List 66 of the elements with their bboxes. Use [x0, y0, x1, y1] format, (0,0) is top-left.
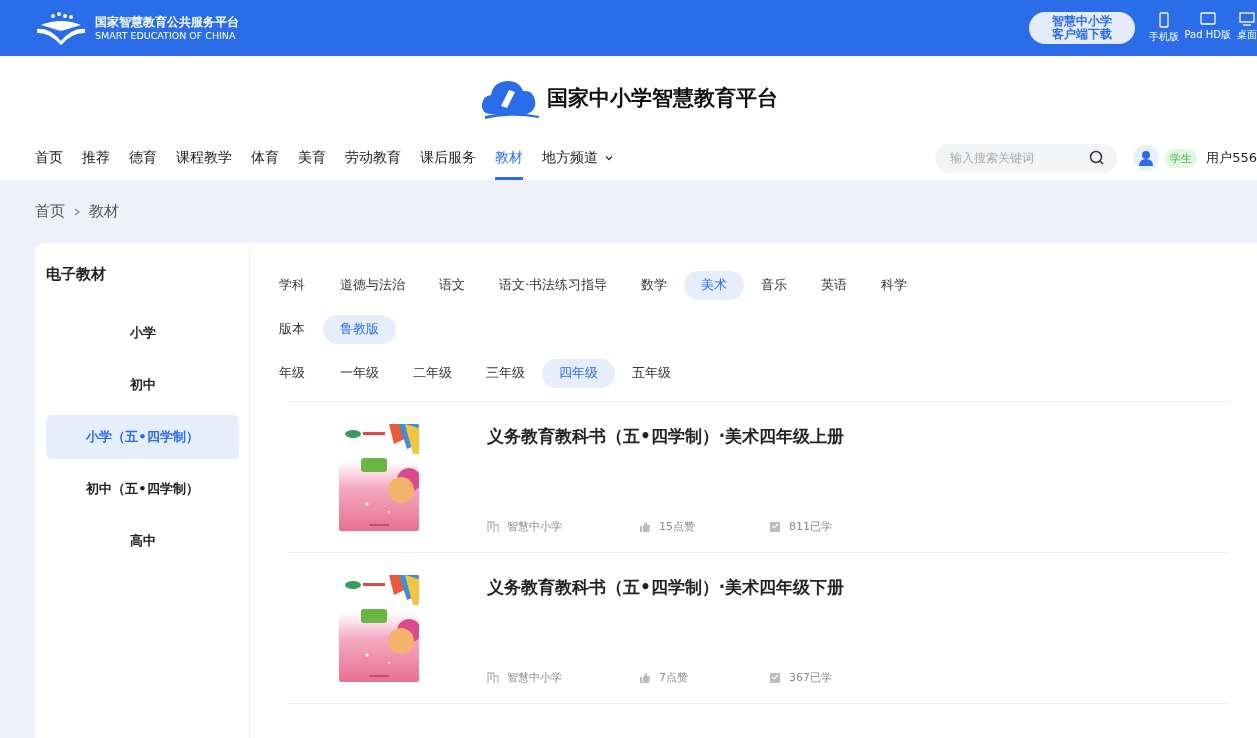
- filter-option[interactable]: 音乐: [744, 271, 804, 300]
- filter-option[interactable]: 五年级: [615, 359, 688, 388]
- thumbs-up-icon: [639, 671, 651, 684]
- filter-option[interactable]: 英语: [804, 271, 864, 300]
- search-icon: [1089, 149, 1106, 166]
- sidebar-item[interactable]: 高中: [46, 519, 239, 563]
- building-icon: [487, 520, 499, 533]
- filter-option[interactable]: 语文·书法练习指导: [482, 271, 624, 300]
- logo-subtitle: SMART EDUCATION OF CHINA: [95, 29, 237, 42]
- sidebar-item[interactable]: 初中（五•四学制）: [46, 467, 239, 511]
- nav-tab[interactable]: 美育: [298, 136, 326, 180]
- publisher-text: 智慧中小学: [507, 670, 562, 685]
- sidebar-item[interactable]: 初中: [46, 363, 239, 407]
- device-version-button[interactable]: Pad HD版: [1184, 12, 1231, 44]
- thumbs-up-icon: [639, 520, 651, 533]
- filter-label: 版本: [279, 321, 306, 338]
- role-badge: 学生: [1165, 148, 1198, 168]
- filter-label: 学科: [279, 277, 306, 294]
- learners-count: 811已学: [789, 519, 832, 534]
- notebook-icon: [769, 520, 781, 533]
- chevron-right-icon: [73, 206, 81, 217]
- tablet-icon: [1199, 12, 1216, 26]
- nav-tab[interactable]: 课后服务: [420, 136, 476, 180]
- notebook-icon: [769, 671, 781, 684]
- breadcrumb-link[interactable]: 教材: [89, 202, 119, 221]
- filter-option[interactable]: 一年级: [323, 359, 396, 388]
- filter-label: 年级: [279, 365, 306, 382]
- filter-option[interactable]: 语文: [422, 271, 482, 300]
- likes-count: 15点赞: [659, 519, 695, 534]
- device-version-button[interactable]: 桌面: [1237, 12, 1257, 44]
- sidebar-item[interactable]: 小学（五•四学制）: [46, 415, 239, 459]
- filter-option[interactable]: 数学: [624, 271, 684, 300]
- sidebar-title: 电子教材: [46, 265, 107, 284]
- likes-count: 7点赞: [659, 670, 688, 685]
- filter-option[interactable]: 三年级: [469, 359, 542, 388]
- filter-option[interactable]: 道德与法治: [323, 271, 422, 300]
- logo-title: 国家智慧教育公共服务平台: [95, 14, 239, 30]
- nav-tab[interactable]: 体育: [251, 136, 279, 180]
- book-title[interactable]: 义务教育教科书（五•四学制）·美术四年级下册: [487, 576, 889, 599]
- platform-title: 国家中小学智慧教育平台: [547, 85, 778, 112]
- breadcrumb-link[interactable]: 首页: [35, 202, 65, 221]
- device-version-button[interactable]: 手机版: [1148, 12, 1179, 44]
- filter-option[interactable]: 科学: [864, 271, 924, 300]
- nav-tab[interactable]: 课程教学: [176, 136, 232, 180]
- search-field[interactable]: 输入搜索关键词: [935, 143, 1118, 173]
- nav-tab[interactable]: 推荐: [82, 136, 110, 180]
- nav-tab[interactable]: 首页: [35, 136, 63, 180]
- nav-tab[interactable]: 地方频道: [542, 136, 614, 180]
- phone-icon: [1157, 12, 1170, 28]
- monitor-icon: [1239, 12, 1255, 26]
- filter-option[interactable]: 四年级: [542, 359, 615, 388]
- nav-tab[interactable]: 教材: [495, 136, 523, 180]
- filter-option[interactable]: 鲁教版: [323, 315, 396, 344]
- nav-tab[interactable]: 劳动教育: [345, 136, 401, 180]
- book-logo-icon: [35, 11, 87, 45]
- sidebar-item[interactable]: 小学: [46, 311, 239, 355]
- learners-count: 367已学: [789, 670, 832, 685]
- filter-option[interactable]: 美术: [684, 271, 744, 300]
- publisher-text: 智慧中小学: [507, 519, 562, 534]
- book-title[interactable]: 义务教育教科书（五•四学制）·美术四年级上册: [487, 425, 889, 448]
- filter-option[interactable]: 二年级: [396, 359, 469, 388]
- user-name[interactable]: 用户556: [1206, 149, 1257, 167]
- user-avatar[interactable]: [1133, 145, 1160, 171]
- building-icon: [487, 671, 499, 684]
- client-download-button[interactable]: 智慧中小学 客户端下载: [1028, 12, 1135, 44]
- nav-tab[interactable]: 德育: [129, 136, 157, 180]
